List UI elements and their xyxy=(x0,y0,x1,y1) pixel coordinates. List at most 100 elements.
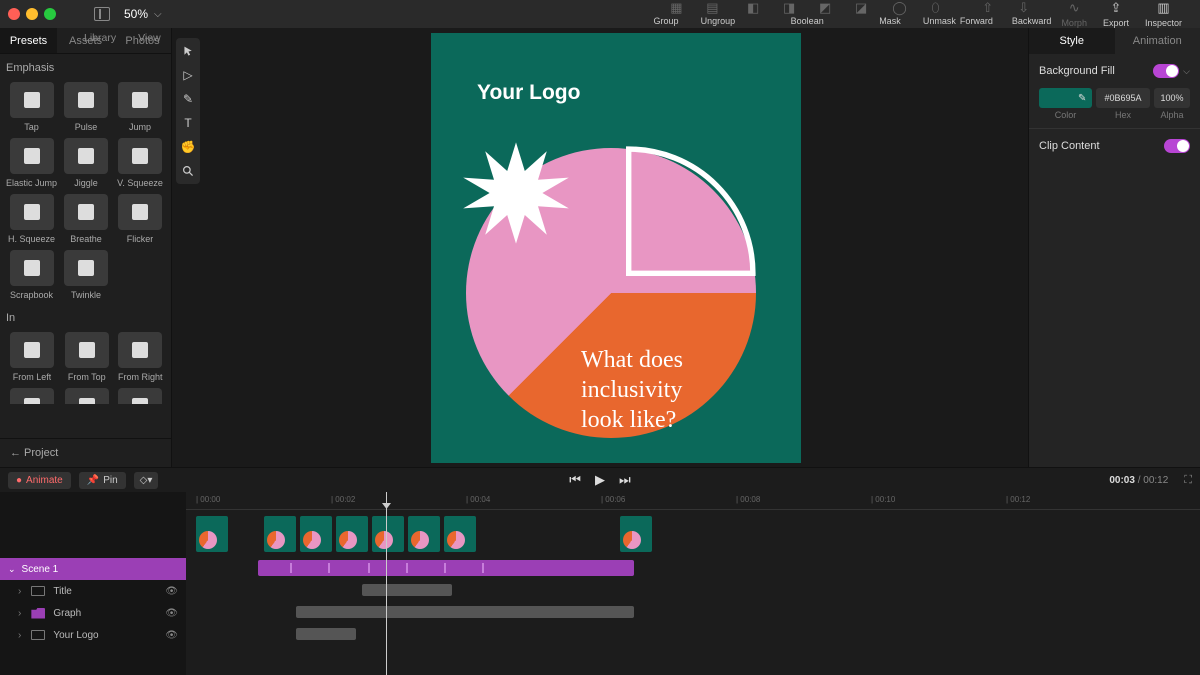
chevron-down-icon[interactable]: ⌵ xyxy=(1183,66,1190,77)
emphasis-preset[interactable]: Pulse xyxy=(61,82,111,132)
alpha-sublabel: Alpha xyxy=(1154,110,1190,120)
mask-icon[interactable]: ◯ xyxy=(892,0,908,16)
union-icon[interactable]: ◧ xyxy=(745,0,761,16)
eyedropper-icon[interactable]: ✎ xyxy=(1078,93,1088,103)
timeline-thumbnail[interactable] xyxy=(444,516,476,552)
backward-icon[interactable]: ⇩ xyxy=(1016,0,1032,16)
timeline-thumbnail[interactable] xyxy=(408,516,440,552)
hand-tool[interactable]: ✊ xyxy=(181,140,195,154)
preset-label: From Right xyxy=(118,372,163,382)
ruler-tick: | 00:00 xyxy=(196,495,220,504)
unmask-icon[interactable]: ⬯ xyxy=(928,0,944,16)
alpha-input[interactable]: 100% xyxy=(1154,88,1190,108)
forward-icon[interactable]: ⇧ xyxy=(980,0,996,16)
tool-strip: ▷ ✎ T ✊ xyxy=(176,38,200,184)
clip-content-label: Clip Content xyxy=(1039,140,1100,152)
play-button[interactable]: ▶ xyxy=(595,472,605,488)
preset-thumb xyxy=(64,194,108,230)
subtract-icon[interactable]: ◨ xyxy=(781,0,797,16)
back-to-project[interactable]: ← Project xyxy=(0,438,171,467)
close-window[interactable] xyxy=(8,8,20,20)
preset-label: V. Squeeze xyxy=(117,178,163,188)
sidebar-toggle-icon[interactable] xyxy=(94,7,110,21)
select-tool[interactable] xyxy=(181,44,195,58)
artboard[interactable]: Your Logo What doesinclusivitylook like? xyxy=(431,33,801,463)
zoom-tool[interactable] xyxy=(181,164,195,178)
layer-row[interactable]: ›Graph👁 xyxy=(0,602,186,624)
tab-presets[interactable]: Presets xyxy=(0,28,57,53)
layer-row[interactable]: ›Title👁 xyxy=(0,580,186,602)
ungroup-icon[interactable]: ▤ xyxy=(704,0,720,16)
zoom-dropdown[interactable]: 50% ⌵ xyxy=(124,7,162,21)
timeline-thumbnail[interactable] xyxy=(196,516,228,552)
emphasis-preset[interactable]: V. Squeeze xyxy=(115,138,165,188)
in-preset[interactable]: From Left xyxy=(6,332,58,382)
color-swatch[interactable]: ✎ xyxy=(1039,88,1092,108)
in-preset[interactable]: From Bottom xyxy=(6,388,58,404)
emphasis-preset[interactable]: H. Squeeze xyxy=(6,194,57,244)
playhead[interactable] xyxy=(386,492,387,675)
animate-label: Animate xyxy=(26,475,63,486)
scene-track[interactable] xyxy=(258,560,634,576)
animate-button[interactable]: ● Animate xyxy=(8,472,71,489)
section-in: In xyxy=(0,304,171,328)
timeline-thumbnail[interactable] xyxy=(300,516,332,552)
section-emphasis: Emphasis xyxy=(0,54,171,78)
inspector-icon[interactable]: ▥ xyxy=(1155,0,1171,16)
difference-icon[interactable]: ◪ xyxy=(853,0,869,16)
text-tool[interactable]: T xyxy=(181,116,195,130)
unmask-label: Unmask xyxy=(923,16,956,28)
timeline-thumbnail[interactable] xyxy=(372,516,404,552)
timeline-panel: ● Animate 📌 Pin ◇▾ ⏮ ▶ ⏭ 00:03 / 00:12 ⛶… xyxy=(0,467,1200,675)
minimize-window[interactable] xyxy=(26,8,38,20)
chevron-right-icon: › xyxy=(18,608,21,619)
emphasis-preset[interactable]: Jump xyxy=(115,82,165,132)
export-icon[interactable]: ⇪ xyxy=(1108,0,1124,16)
bg-fill-toggle[interactable] xyxy=(1153,64,1179,78)
visibility-icon[interactable]: 👁 xyxy=(165,608,178,619)
emphasis-preset[interactable]: Twinkle xyxy=(61,250,111,300)
pen-tool[interactable]: ✎ xyxy=(181,92,195,106)
skip-back-button[interactable]: ⏮ xyxy=(569,472,581,488)
emphasis-preset[interactable]: Tap xyxy=(6,82,57,132)
skip-forward-button[interactable]: ⏭ xyxy=(619,472,631,488)
left-sidebar: Presets Assets Photos Emphasis TapPulseJ… xyxy=(0,28,172,467)
menu-library[interactable]: Library xyxy=(84,32,116,44)
morph-icon[interactable]: ∿ xyxy=(1066,0,1082,16)
emphasis-preset[interactable]: Scrapbook xyxy=(6,250,57,300)
group-icon[interactable]: ▦ xyxy=(668,0,684,16)
keyframe-options[interactable]: ◇▾ xyxy=(134,472,159,489)
scene-row[interactable]: ⌄ Scene 1 xyxy=(0,558,186,580)
tab-animation[interactable]: Animation xyxy=(1115,28,1200,54)
in-preset[interactable]: From Top xyxy=(62,332,111,382)
in-preset[interactable]: Spin In xyxy=(116,388,166,404)
visibility-icon[interactable]: 👁 xyxy=(165,586,178,597)
emphasis-preset[interactable]: Elastic Jump xyxy=(6,138,57,188)
canvas-area[interactable]: Your Logo What doesinclusivitylook like? xyxy=(204,28,1028,467)
timeline-thumbnail[interactable] xyxy=(620,516,652,552)
layer-track[interactable] xyxy=(362,584,452,596)
expand-timeline-icon[interactable]: ⛶ xyxy=(1184,474,1192,487)
ruler[interactable]: | 00:00| 00:02| 00:04| 00:06| 00:08| 00:… xyxy=(186,492,1200,510)
in-preset[interactable]: From Right xyxy=(116,332,166,382)
emphasis-preset[interactable]: Breathe xyxy=(61,194,111,244)
clip-content-toggle[interactable] xyxy=(1164,139,1190,153)
direct-select-tool[interactable]: ▷ xyxy=(181,68,195,82)
visibility-icon[interactable]: 👁 xyxy=(165,630,178,641)
boolean-label: Boolean xyxy=(791,16,824,26)
hex-input[interactable]: #0B695A xyxy=(1096,88,1150,108)
in-preset[interactable]: Fade In xyxy=(62,388,111,404)
zoom-window[interactable] xyxy=(44,8,56,20)
emphasis-preset[interactable]: Flicker xyxy=(115,194,165,244)
emphasis-preset[interactable]: Jiggle xyxy=(61,138,111,188)
layer-track[interactable] xyxy=(296,628,356,640)
intersect-icon[interactable]: ◩ xyxy=(817,0,833,16)
layer-track[interactable] xyxy=(296,606,634,618)
timeline-thumbnail[interactable] xyxy=(264,516,296,552)
tab-style[interactable]: Style xyxy=(1029,28,1115,54)
pin-button[interactable]: 📌 Pin xyxy=(79,472,126,489)
layer-row[interactable]: ›Your Logo👁 xyxy=(0,624,186,646)
timeline-thumbnail[interactable] xyxy=(336,516,368,552)
timeline-tracks[interactable]: | 00:00| 00:02| 00:04| 00:06| 00:08| 00:… xyxy=(186,492,1200,675)
menu-view[interactable]: View xyxy=(138,32,161,44)
